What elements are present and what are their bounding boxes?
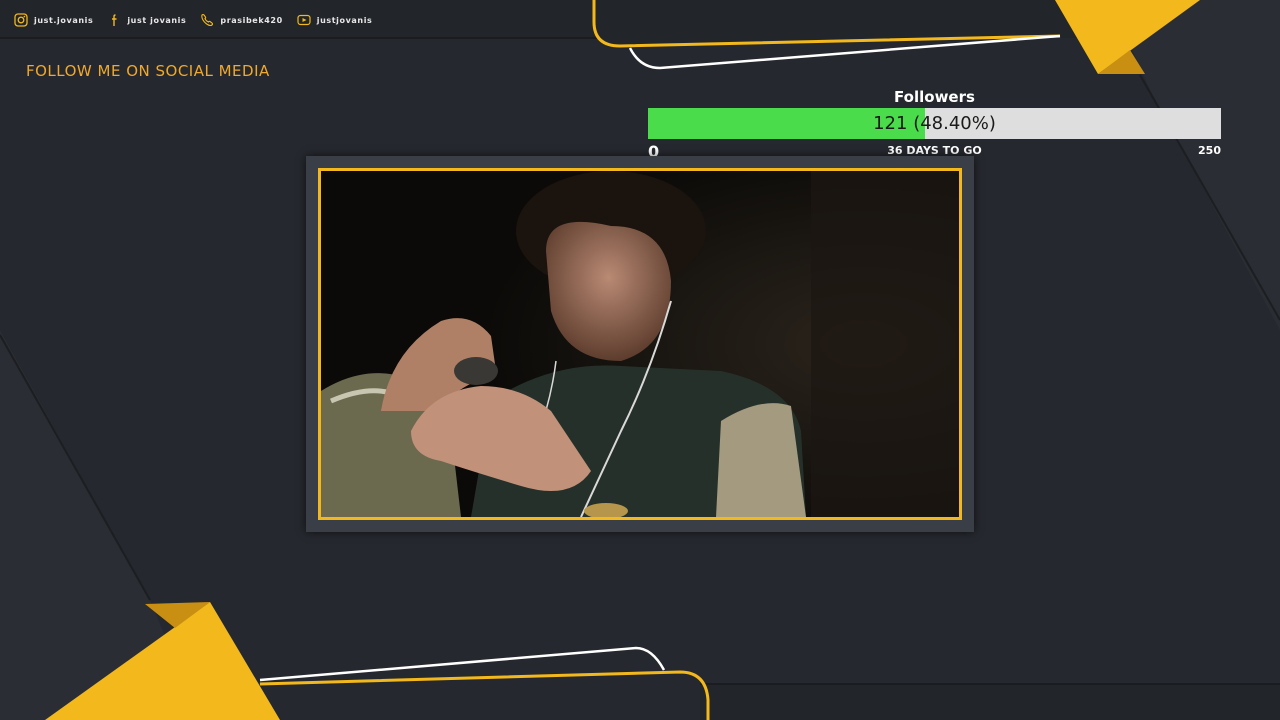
social-label-discord: prasibek420 (220, 15, 283, 25)
webcam-image (321, 171, 959, 517)
discord-icon (201, 13, 214, 27)
social-facebook[interactable]: just jovanis (107, 13, 186, 27)
goal-progress-text: 121 (48.40%) (873, 113, 996, 134)
followers-goal: Followers 121 (48.40%) 0 36 DAYS TO GO 2… (648, 86, 1221, 166)
goal-max: 250 (1198, 144, 1221, 157)
social-label-facebook: just jovanis (127, 15, 187, 25)
youtube-icon (297, 14, 311, 26)
webcam-frame (306, 156, 974, 532)
social-label-instagram: just.jovanis (34, 15, 94, 25)
facebook-icon (112, 14, 117, 26)
social-label-youtube: justjovanis (316, 15, 373, 25)
goal-progress-bar: 121 (48.40%) (648, 108, 1221, 139)
goal-title: Followers (894, 88, 975, 106)
follow-heading: FOLLOW ME ON SOCIAL MEDIA (26, 62, 270, 80)
social-youtube[interactable]: justjovanis (297, 13, 373, 27)
social-instagram[interactable]: just.jovanis (14, 13, 93, 27)
social-bar: just.jovanis just jovanis prasibek420 ju… (0, 0, 614, 40)
social-discord[interactable]: prasibek420 (200, 13, 282, 27)
webcam-feed (318, 168, 962, 520)
instagram-icon (14, 13, 28, 27)
